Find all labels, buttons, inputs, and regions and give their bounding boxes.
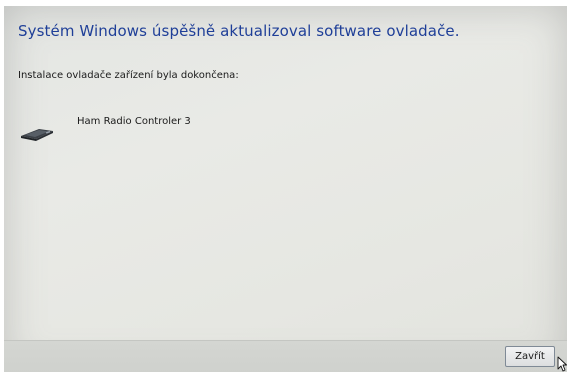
driver-install-dialog: Systém Windows úspěšně aktualizoval soft… — [4, 6, 567, 372]
mouse-cursor-icon — [557, 356, 567, 372]
dialog-footer — [4, 340, 567, 372]
close-button[interactable]: Zavřít — [505, 346, 555, 367]
device-name: Ham Radio Controler 3 — [77, 116, 191, 127]
screen-frame: Systém Windows úspěšně aktualizoval soft… — [0, 0, 571, 376]
usb-device-icon — [21, 129, 53, 141]
dialog-title: Systém Windows úspěšně aktualizoval soft… — [18, 22, 460, 40]
install-status-text: Instalace ovladače zařízení byla dokonče… — [18, 70, 239, 81]
